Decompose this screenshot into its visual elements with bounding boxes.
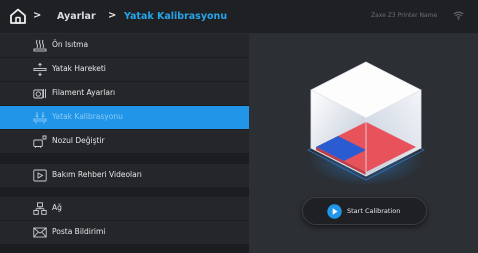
start-calibration-button[interactable]: Start Calibration [302,197,427,225]
preheat-icon [33,39,47,52]
network-icon [33,202,47,215]
settings-sidebar: Ön Isıtma Yatak Hareketi Filament Ayarla… [0,34,249,253]
filament-icon [33,89,46,99]
sidebar-item-label: Ön Isıtma [52,40,89,49]
start-calibration-label: Start Calibration [347,207,401,215]
breadcrumb-current: Yatak Kalibrasyonu [124,11,228,22]
sidebar-item-label: Ağ [52,203,62,212]
sidebar-item-bed-movement[interactable]: Yatak Hareketi [0,58,249,81]
sidebar-item-label: Yatak Hareketi [52,64,106,73]
top-bar: > Ayarlar > Yatak Kalibrasyonu Zaxe Z3 P… [0,0,478,34]
home-icon[interactable] [9,7,27,25]
sidebar-item-label: Bakım Rehberi Videoları [52,170,142,179]
cube-calibration-icon [307,61,425,186]
sidebar-item-preheat[interactable]: Ön Isıtma [0,34,249,57]
sidebar-item-nozzle-change[interactable]: Nozul Değiştir [0,130,249,153]
sidebar-item-network[interactable]: Ağ [0,197,249,220]
video-play-icon [33,169,47,182]
nozzle-change-icon [33,135,47,148]
sidebar-item-filament[interactable]: Filament Ayarları [0,82,249,105]
breadcrumb-separator: > [108,10,117,21]
sidebar-item-label: Nozul Değiştir [52,136,105,145]
sidebar-item-label: Filament Ayarları [52,88,116,97]
calibration-panel: Start Calibration [249,34,478,253]
mail-icon [33,227,47,238]
bed-move-icon [33,63,47,76]
sidebar-item-label: Posta Bildirimi [52,227,106,236]
play-icon [327,204,342,219]
bed-calibration-icon [33,112,47,124]
sidebar-item-bed-calibration[interactable]: Yatak Kalibrasyonu [0,106,249,129]
wifi-icon [453,11,464,20]
breadcrumb-settings[interactable]: Ayarlar [57,11,96,22]
sidebar-item-mail-notification[interactable]: Posta Bildirimi [0,221,249,244]
breadcrumb-separator: > [33,10,42,21]
printer-name: Zaxe Z3 Printer Name [371,12,438,19]
sidebar-item-label: Yatak Kalibrasyonu [52,112,123,121]
sidebar-item-maintenance-videos[interactable]: Bakım Rehberi Videoları [0,164,249,187]
